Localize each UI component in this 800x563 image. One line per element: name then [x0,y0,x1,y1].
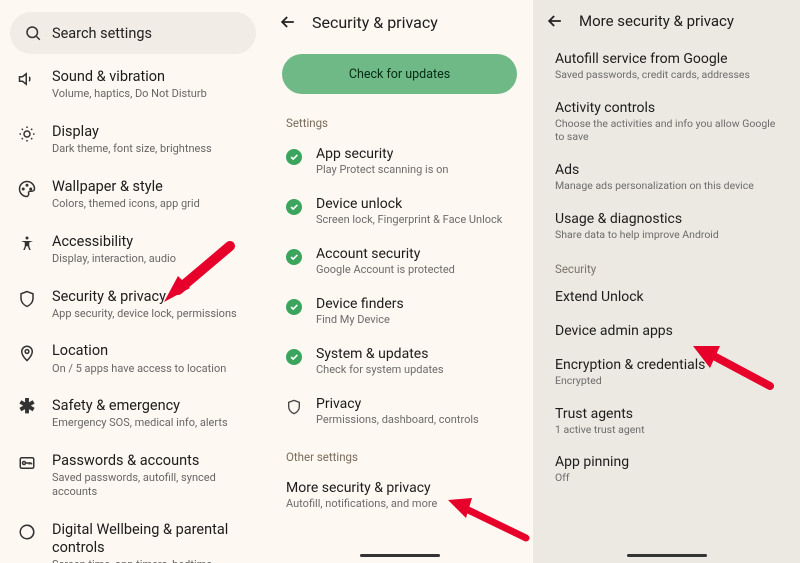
page-title: More security & privacy [579,12,734,30]
item-title: Safety & emergency [52,397,252,415]
item-device-finders[interactable]: Device findersFind My Device [266,286,533,336]
page-title: Security & privacy [312,13,438,32]
item-title: Display [52,123,252,141]
shield-icon [286,399,302,415]
item-accessibility[interactable]: AccessibilityDisplay, interaction, audio [0,222,266,277]
section-settings: Settings [266,112,533,136]
item-safety[interactable]: ✱ Safety & emergencyEmergency SOS, medic… [0,386,266,441]
header: Security & privacy [266,0,533,44]
item-trust-agents[interactable]: Trust agents 1 active trust agent [533,397,800,446]
item-title: Location [52,342,252,360]
item-sub: Colors, themed icons, app grid [52,197,252,211]
item-title: Accessibility [52,233,252,251]
sound-icon [16,68,38,88]
key-icon [16,452,38,472]
section-other: Other settings [266,436,533,470]
item-privacy[interactable]: PrivacyPermissions, dashboard, controls [266,386,533,436]
settings-list: Sound & vibrationVolume, haptics, Do Not… [0,54,266,563]
back-icon[interactable] [278,12,298,32]
item-security[interactable]: Security & privacyApp security, device l… [0,277,266,332]
item-account-security[interactable]: Account securityGoogle Account is protec… [266,236,533,286]
item-usage-diagnostics[interactable]: Usage & diagnostics Share data to help i… [533,202,800,251]
item-app-security[interactable]: App securityPlay Protect scanning is on [266,136,533,186]
item-autofill[interactable]: Autofill service from Google Saved passw… [533,42,800,91]
gesture-bar [360,554,440,557]
check-icon [286,249,302,265]
gesture-bar [627,554,707,557]
item-sub: Saved passwords, autofill, synced accoun… [52,471,252,499]
item-title: Security & privacy [52,288,252,306]
item-sub: Screen time, app timers, bedtime schedul… [52,558,252,563]
search-wrap: Search settings [0,0,266,54]
asterisk-icon: ✱ [16,397,38,413]
item-wallpaper[interactable]: Wallpaper & styleColors, themed icons, a… [0,167,266,222]
header: More security & privacy [533,0,800,42]
check-icon [286,299,302,315]
item-sub: Emergency SOS, medical info, alerts [52,416,252,430]
item-app-pinning[interactable]: App pinning Off [533,445,800,494]
item-passwords[interactable]: Passwords & accountsSaved passwords, aut… [0,441,266,510]
item-title: Sound & vibration [52,68,252,86]
item-sound[interactable]: Sound & vibrationVolume, haptics, Do Not… [0,60,266,112]
section-security: Security [533,250,800,280]
security-panel: Security & privacy Check for updates Set… [266,0,533,563]
wellbeing-icon [16,521,38,541]
check-updates-wrap: Check for updates [266,44,533,112]
item-activity-controls[interactable]: Activity controls Choose the activities … [533,91,800,153]
search-icon [24,24,42,42]
check-icon [286,149,302,165]
item-device-admin[interactable]: Device admin apps [533,314,800,348]
more-security-panel: More security & privacy Autofill service… [533,0,800,563]
back-icon[interactable] [545,11,565,31]
item-sub: Volume, haptics, Do Not Disturb [52,87,252,101]
pin-icon [16,342,38,362]
palette-icon [16,178,38,198]
check-updates-button[interactable]: Check for updates [282,54,517,94]
display-icon [16,123,38,143]
item-title: Digital Wellbeing & parental controls [52,521,252,557]
item-location[interactable]: Location On / 5 apps have access to locat… [0,331,266,386]
item-sub: Dark theme, font size, brightness [52,142,252,156]
item-sub: Display, interaction, audio [52,252,252,266]
item-sub: App security, device lock, permissions [52,307,252,321]
settings-root-panel: Search settings Sound & vibrationVolume,… [0,0,266,563]
item-display[interactable]: DisplayDark theme, font size, brightness [0,112,266,167]
item-extend-unlock[interactable]: Extend Unlock [533,280,800,314]
item-ads[interactable]: Ads Manage ads personalization on this d… [533,153,800,202]
check-icon [286,199,302,215]
accessibility-icon [16,233,38,253]
search-input[interactable]: Search settings [10,12,256,54]
item-more-security[interactable]: More security & privacy Autofill, notifi… [266,470,533,514]
item-title: Passwords & accounts [52,452,252,470]
check-icon [286,349,302,365]
item-sub: On / 5 apps have access to location [52,362,252,376]
item-wellbeing[interactable]: Digital Wellbeing & parental controlsScr… [0,510,266,563]
item-system-updates[interactable]: System & updatesCheck for system updates [266,336,533,386]
item-title: Wallpaper & style [52,178,252,196]
shield-icon [16,288,38,308]
search-placeholder: Search settings [52,25,152,42]
item-device-unlock[interactable]: Device unlockScreen lock, Fingerprint & … [266,186,533,236]
item-encryption[interactable]: Encryption & credentials Encrypted [533,348,800,397]
